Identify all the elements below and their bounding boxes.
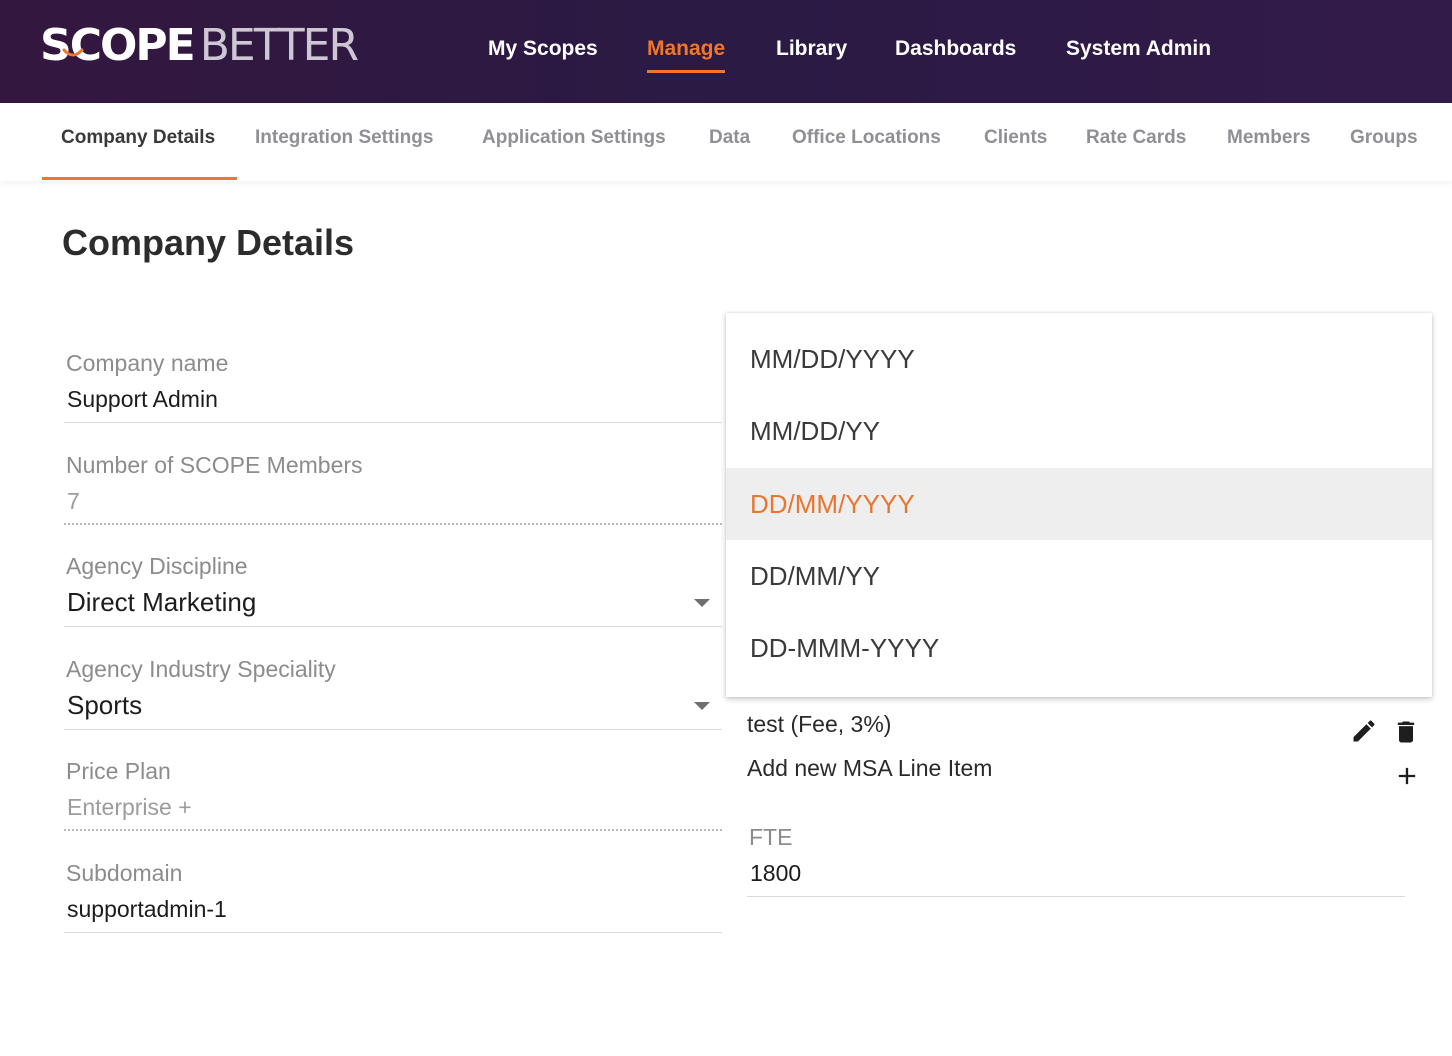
price-plan-field: Price Plan Enterprise + [64,758,722,832]
msa-line-item: test (Fee, 3%) [747,711,892,737]
scope-members-label: Number of SCOPE Members [66,452,363,478]
tab-application-settings[interactable]: Application Settings [482,103,666,181]
tab-members[interactable]: Members [1227,103,1310,181]
scope-members-field: Number of SCOPE Members 7 [64,452,722,526]
date-format-option[interactable]: DD-MMM-YYYY [726,612,1432,684]
company-name-label: Company name [66,350,229,376]
date-format-option[interactable]: MM/DD/YYYY [726,323,1432,395]
caret-down-icon[interactable] [694,599,710,607]
agency-discipline-select[interactable]: Agency Discipline Direct Marketing [64,553,722,629]
tab-clients[interactable]: Clients [984,103,1047,181]
date-format-menu: MM/DD/YYYY MM/DD/YY DD/MM/YYYY DD/MM/YY … [726,313,1432,697]
price-plan-value: Enterprise + [67,794,192,820]
nav-dashboards[interactable]: Dashboards [895,34,1016,74]
top-navigation-bar: SCOPE BETTER My Scopes Manage Library Das… [0,0,1452,103]
subdomain-label: Subdomain [66,860,183,886]
subdomain-field[interactable]: Subdomain supportadmin-1 [64,860,722,934]
field-underline-disabled [64,829,722,831]
tab-data[interactable]: Data [709,103,750,181]
main-nav: My Scopes Manage Library Dashboards Syst… [0,34,1452,74]
date-format-option[interactable]: DD/MM/YY [726,540,1432,612]
field-underline [64,932,722,933]
tab-groups[interactable]: Groups [1350,103,1418,181]
nav-library[interactable]: Library [776,34,847,74]
field-underline [747,896,1405,897]
tab-company-details[interactable]: Company Details [61,103,215,181]
page-title: Company Details [62,222,355,263]
nav-manage[interactable]: Manage [647,34,726,74]
agency-discipline-label: Agency Discipline [66,553,248,579]
industry-speciality-value[interactable]: Sports [67,690,142,721]
agency-discipline-value[interactable]: Direct Marketing [67,587,256,618]
date-format-option-selected[interactable]: DD/MM/YYYY [726,468,1432,540]
manage-subtabs: Company Details Integration Settings App… [0,103,1452,181]
active-tab-indicator [42,177,237,180]
company-name-value[interactable]: Support Admin [67,386,218,413]
price-plan-label: Price Plan [66,758,171,784]
tab-rate-cards[interactable]: Rate Cards [1086,103,1186,181]
tab-integration-settings[interactable]: Integration Settings [255,103,433,181]
tab-office-locations[interactable]: Office Locations [792,103,941,181]
nav-system-admin[interactable]: System Admin [1066,34,1211,74]
field-underline [64,422,722,423]
subdomain-value[interactable]: supportadmin-1 [67,896,227,923]
trash-icon[interactable] [1392,716,1420,748]
field-underline [64,626,722,627]
caret-down-icon[interactable] [694,702,710,710]
field-underline-disabled [64,523,722,525]
industry-speciality-label: Agency Industry Speciality [66,656,336,682]
plus-icon[interactable] [1393,762,1421,790]
fte-label: FTE [749,824,793,850]
industry-speciality-select[interactable]: Agency Industry Speciality Sports [64,656,722,732]
date-format-option[interactable]: MM/DD/YY [726,395,1432,467]
fte-value[interactable]: 1800 [750,860,801,887]
scope-members-value: 7 [67,488,80,514]
field-underline [64,729,722,730]
pencil-icon[interactable] [1350,717,1378,745]
nav-my-scopes[interactable]: My Scopes [488,34,598,74]
add-msa-line-item-button[interactable]: Add new MSA Line Item [747,755,992,782]
fte-field[interactable]: FTE 1800 [747,824,1405,898]
company-name-field[interactable]: Company name Support Admin [64,350,722,424]
